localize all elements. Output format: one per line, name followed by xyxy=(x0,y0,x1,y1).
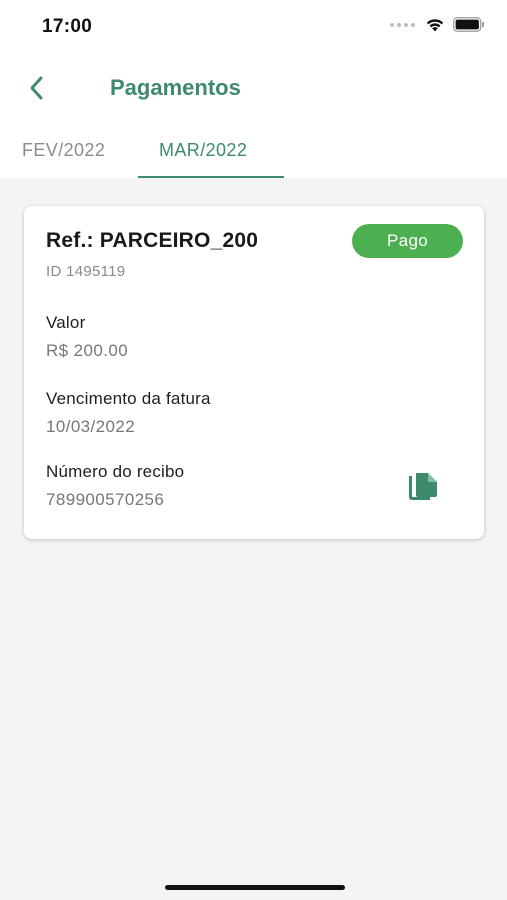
receipt-number-label: Número do recibo xyxy=(46,462,185,481)
status-time: 17:00 xyxy=(42,16,93,37)
amount-value: R$ 200.00 xyxy=(46,341,129,360)
status-icons xyxy=(390,17,485,32)
back-button[interactable] xyxy=(20,72,52,104)
amount-label: Valor xyxy=(46,313,86,332)
signal-icon xyxy=(390,22,415,27)
page-title: Pagamentos xyxy=(110,75,241,100)
top-area: 17:00 Pagamentos FEV/2022 MAR/2022 xyxy=(0,0,507,178)
tab-mar-2022[interactable]: MAR/2022 xyxy=(159,140,247,161)
status-badge-label: Pago xyxy=(387,231,428,250)
battery-icon xyxy=(453,17,484,32)
chevron-left-icon xyxy=(30,76,43,100)
copy-icon xyxy=(409,473,437,500)
status-bar: 17:00 xyxy=(0,0,507,52)
due-date-value: 10/03/2022 xyxy=(46,417,136,436)
payments-screen: 17:00 Pagamentos FEV/2022 MAR/2022 Ref.:… xyxy=(0,0,507,900)
payment-id: ID 1495119 xyxy=(46,263,126,280)
navigation-bar: Pagamentos xyxy=(0,62,507,114)
home-indicator xyxy=(165,885,345,890)
tab-feb-2022[interactable]: FEV/2022 xyxy=(22,140,105,161)
payment-card: Ref.: PARCEIRO_200 ID 1495119 Pago Valor… xyxy=(24,206,484,539)
status-badge: Pago xyxy=(352,224,463,258)
due-date-label: Vencimento da fatura xyxy=(46,389,211,408)
active-tab-indicator xyxy=(138,176,284,178)
wifi-icon xyxy=(426,19,444,32)
copy-receipt-button[interactable] xyxy=(404,468,442,506)
month-tabs: FEV/2022 MAR/2022 xyxy=(0,130,507,178)
payment-reference: Ref.: PARCEIRO_200 xyxy=(46,229,259,252)
receipt-number-value: 789900570256 xyxy=(46,490,165,509)
